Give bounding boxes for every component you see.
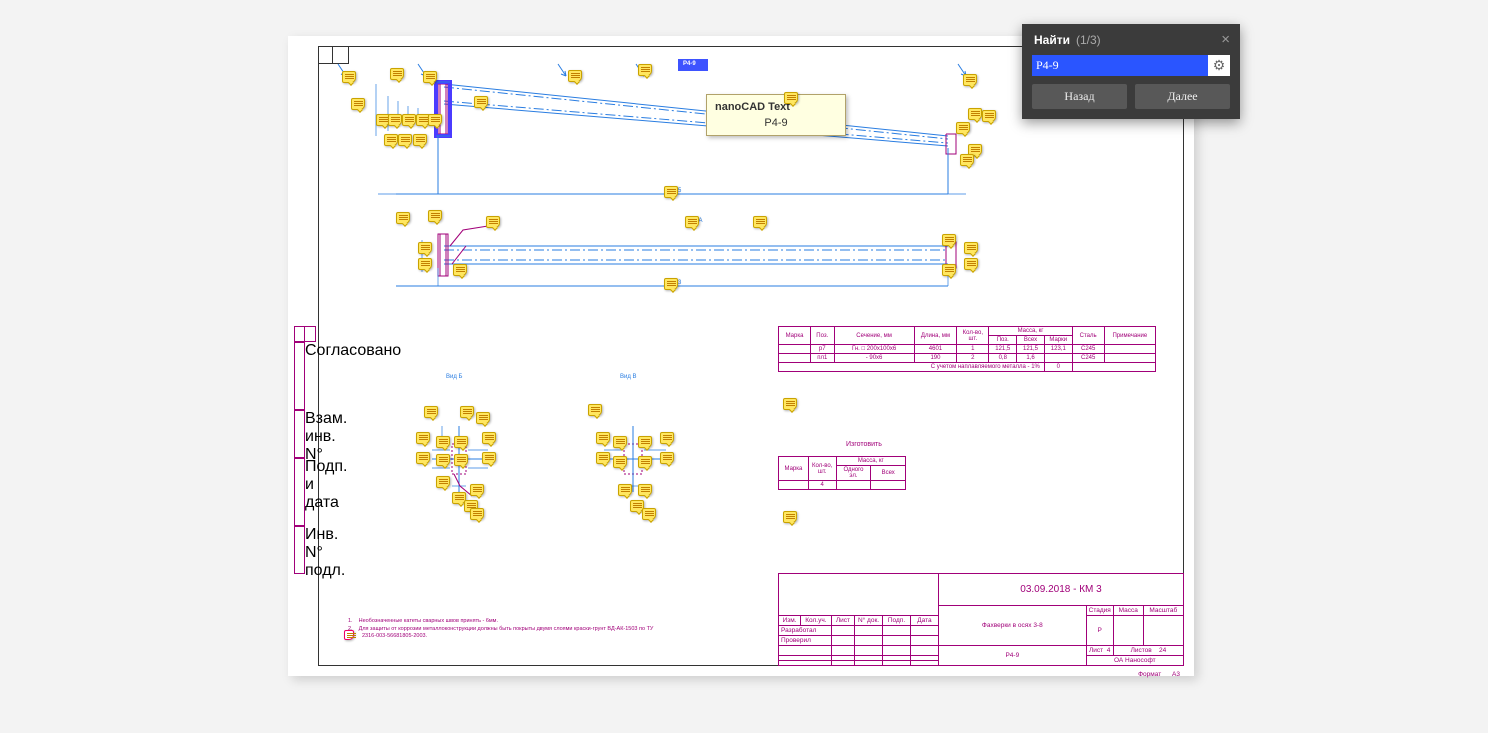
view-label-v: Вид В [620, 374, 637, 380]
view-label-b: Вид Б [446, 374, 462, 380]
make-label: Изготовить [846, 441, 882, 448]
format-label: Формат A3 [1138, 671, 1180, 678]
spec-row: p7 Гн. □ 200х100х6 4601 1 121,5 121,5 12… [779, 345, 1156, 354]
spec-table-make: Марка Кол-во, шт. Масса, кг Одного эл. В… [778, 456, 906, 490]
spec-row: пл1 - 90x6 190 2 0,8 1,6 C245 [779, 354, 1156, 363]
cad-drawing-sheet: 4935 4933 Вид А Вид Б Вид В P4-9 nanoCAD… [288, 36, 1194, 676]
spec-table-main: Марка Поз. Сечение, мм Длина, мм Кол-во,… [778, 326, 1156, 372]
tooltip-text-entity: nanoCAD Text P4-9 [706, 94, 846, 136]
binding-strip: Согласовано Взам. инв. N° Подп. и дата И… [294, 342, 316, 574]
notes-block: Необозначенные катеты сварных швов приня… [348, 618, 708, 641]
close-icon[interactable]: × [1221, 31, 1230, 48]
find-count: (1/3) [1076, 33, 1101, 47]
gear-icon[interactable]: ⚙ [1208, 57, 1230, 74]
find-prev-button[interactable]: Назад [1032, 84, 1127, 109]
tooltip-title: nanoCAD Text [715, 101, 837, 113]
find-title: Найти [1034, 33, 1070, 47]
label-p4-9: P4-9 [683, 61, 696, 67]
title-block: 03.09.2018 - КМ 3 Фахверки в осях 3-8 Ст… [778, 573, 1184, 666]
tooltip-body: P4-9 [715, 117, 837, 129]
find-panel: Найти (1/3) × ⚙ Назад Далее [1022, 24, 1240, 119]
find-input[interactable] [1032, 55, 1208, 76]
find-next-button[interactable]: Далее [1135, 84, 1230, 109]
